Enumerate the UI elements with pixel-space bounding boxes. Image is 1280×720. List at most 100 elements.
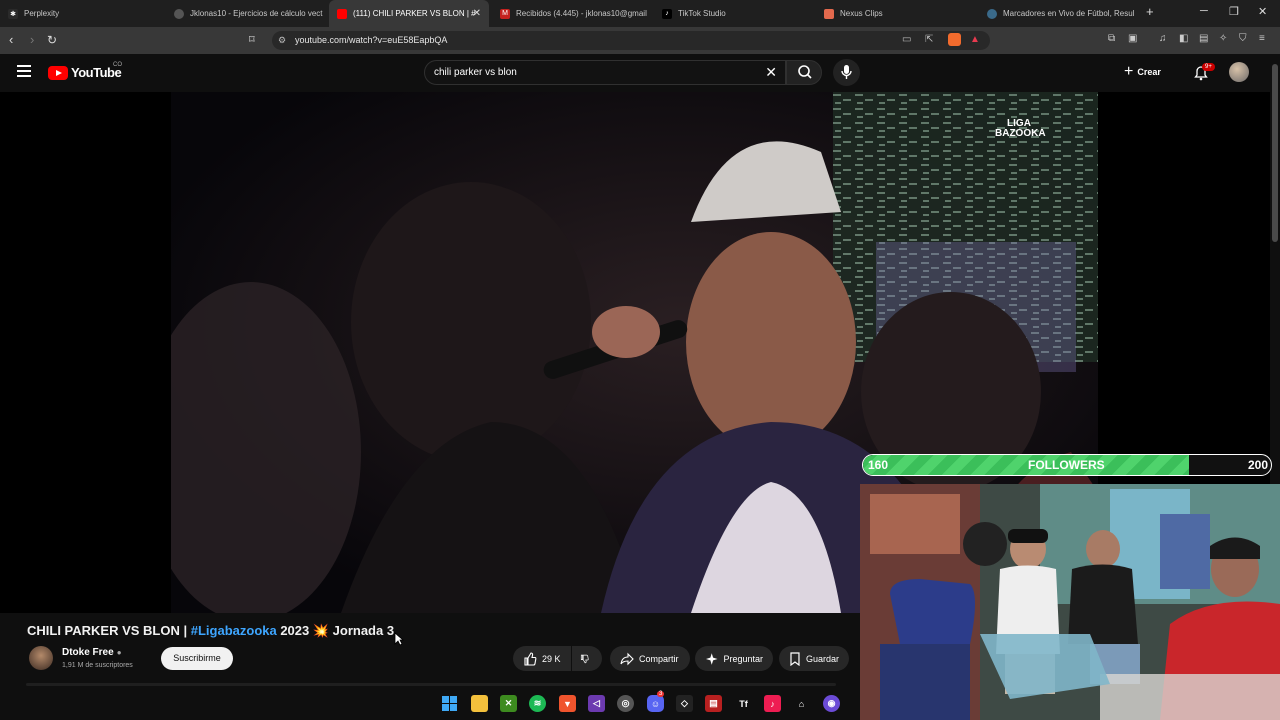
search-input[interactable]: chili parker vs blon ✕ [424, 60, 786, 85]
tab-marcadores[interactable]: Marcadores en Vivo de Fútbol, Resul [979, 0, 1134, 27]
typeface-icon[interactable]: Tf [735, 695, 752, 712]
extensions-icon[interactable]: ⧉ [1108, 33, 1115, 44]
search-icon [798, 65, 812, 79]
menu-icon[interactable]: ≡ [1259, 33, 1265, 44]
channel-name[interactable]: Dtoke Free ● [62, 647, 122, 658]
globe-icon [987, 8, 997, 19]
scrollbar-thumb[interactable] [1272, 64, 1278, 242]
tab-title: Nexus Clips [840, 9, 883, 18]
close-window-icon[interactable]: ✕ [1258, 5, 1267, 18]
sidebar-icon[interactable]: ◧ [1179, 33, 1188, 44]
youtube-play-icon [48, 65, 68, 80]
new-tab-icon[interactable]: + [1146, 4, 1154, 19]
hashtag-link[interactable]: #Ligabazooka [191, 623, 277, 638]
save-button[interactable]: Guardar [779, 646, 849, 671]
tab-perplexity[interactable]: ✱ Perplexity [0, 0, 165, 27]
tiktok-icon[interactable]: ♪ [764, 695, 781, 712]
leo-ai-icon[interactable]: ✧ [1219, 33, 1227, 44]
windows-taskbar: ✕ ≋ ▼ ◁ ◎ ☺ 3 ◇ ▤ Tf ♪ ⌂ ◉ [0, 683, 860, 720]
like-count: 29 K [542, 653, 561, 664]
wallet-panel-icon[interactable]: ▤ [1199, 33, 1208, 44]
channel-avatar[interactable] [29, 646, 53, 670]
globe-icon [174, 8, 184, 19]
create-label: Crear [1137, 67, 1161, 77]
account-avatar[interactable] [1229, 62, 1249, 82]
subscriber-count: 1,91 M de suscriptores [62, 662, 133, 669]
tab-title: Recibidos (4.445) - jklonas10@gmail [516, 9, 647, 18]
channel-name-text: Dtoke Free [62, 647, 114, 658]
followers-current: 160 [868, 458, 889, 472]
wallet-icon[interactable]: ▣ [1128, 33, 1137, 44]
like-button[interactable]: 29 K [513, 646, 571, 671]
file-explorer-icon[interactable] [471, 695, 488, 712]
followers-label: FOLLOWERS [1028, 458, 1105, 472]
tab-title: TikTok Studio [678, 9, 726, 18]
watermark-line: BAZOOKA [995, 128, 1046, 139]
capcut-icon[interactable]: ◇ [676, 695, 693, 712]
windows-start-icon[interactable] [441, 695, 458, 712]
visual-studio-icon[interactable]: ◁ [588, 695, 605, 712]
webcam-overlay [860, 484, 1280, 720]
save-label: Guardar [805, 653, 839, 664]
ask-label: Preguntar [723, 653, 763, 664]
chrome-icon[interactable]: ◎ [617, 695, 634, 712]
video-title: CHILI PARKER VS BLON | #Ligabazooka 2023… [27, 623, 394, 639]
news-icon[interactable]: ▤ [705, 695, 722, 712]
share-icon[interactable]: ⇱ [925, 34, 933, 45]
share-arrow-icon [620, 652, 634, 665]
hamburger-menu-icon[interactable] [17, 65, 31, 77]
browser-tab-strip: ✱ Perplexity Jklonas10 - Ejercicios de c… [0, 0, 1280, 27]
youtube-icon [337, 8, 347, 19]
maximize-icon[interactable]: ❐ [1229, 5, 1239, 18]
tab-nexus-clips[interactable]: Nexus Clips [816, 0, 971, 27]
vpn-shield-icon[interactable]: ⛉ [1239, 33, 1247, 44]
tab-title: Perplexity [24, 9, 60, 18]
forward-icon[interactable]: › [30, 32, 34, 47]
share-button[interactable]: Compartir [610, 646, 690, 671]
back-icon[interactable]: ‹ [9, 32, 13, 47]
tab-gmail[interactable]: M Recibidos (4.445) - jklonas10@gmail [492, 0, 647, 27]
xbox-icon[interactable]: ✕ [500, 695, 517, 712]
youtube-logo[interactable]: YouTube CO [48, 62, 122, 80]
sparkle-icon [705, 652, 718, 665]
subscribe-button[interactable]: Suscribirme [161, 647, 233, 670]
reload-icon[interactable]: ↻ [47, 33, 57, 47]
share-label: Compartir [639, 653, 679, 664]
epic-icon[interactable]: ⌂ [793, 695, 810, 712]
tab-title: (111) CHILI PARKER VS BLON | # [353, 9, 476, 18]
tab-title: Jklonas10 - Ejercicios de cálculo vect [190, 9, 323, 18]
discord-icon[interactable]: ☺ [647, 695, 664, 712]
country-code: CO [113, 62, 122, 68]
url-field[interactable]: ⚙ youtube.com/watch?v=euE58EapbQA ▭ ⇱ ▲ [272, 31, 990, 50]
notification-count-badge: 9+ [1202, 63, 1215, 71]
site-info-icon[interactable]: ⚙ [278, 35, 286, 46]
tab-tiktok-studio[interactable]: ♪ TikTok Studio [654, 0, 809, 27]
perplexity-icon: ✱ [8, 8, 18, 19]
tab-youtube-video[interactable]: (111) CHILI PARKER VS BLON | # ✕ [329, 0, 489, 27]
tab-jklonas[interactable]: Jklonas10 - Ejercicios de cálculo vect [166, 0, 326, 27]
screen-cast-icon[interactable]: ▭ [902, 34, 911, 45]
followers-goal: 200 [1247, 458, 1268, 472]
brave-rewards-icon[interactable]: ▲ [970, 34, 980, 45]
music-icon[interactable]: ♫ [1159, 33, 1167, 44]
brave-shields-icon[interactable] [948, 33, 961, 46]
ask-button[interactable]: Preguntar [695, 646, 773, 671]
title-suffix: 2023 💥 Jornada 3 [276, 623, 395, 638]
search-button[interactable] [786, 60, 822, 85]
gmail-icon: M [500, 8, 510, 19]
microphone-icon [841, 65, 852, 79]
address-bar-row: ‹ › ↻ ⌑ ⚙ youtube.com/watch?v=euE58EapbQ… [0, 27, 1280, 54]
brave-icon[interactable]: ▼ [559, 695, 576, 712]
followers-progress-fill [863, 455, 1190, 475]
spotify-icon[interactable]: ≋ [529, 695, 546, 712]
nexus-icon [824, 8, 834, 19]
create-button[interactable]: + Crear [1124, 63, 1161, 81]
youtube-header: YouTube CO chili parker vs blon ✕ + Crea… [0, 54, 1270, 92]
dislike-button[interactable] [572, 646, 602, 671]
voice-search-button[interactable] [833, 59, 860, 86]
close-tab-icon[interactable]: ✕ [473, 8, 481, 19]
clear-search-icon[interactable]: ✕ [765, 64, 777, 81]
bookmark-icon[interactable]: ⌑ [249, 33, 255, 46]
minimize-icon[interactable]: ─ [1200, 5, 1208, 17]
obs-icon[interactable]: ◉ [823, 695, 840, 712]
